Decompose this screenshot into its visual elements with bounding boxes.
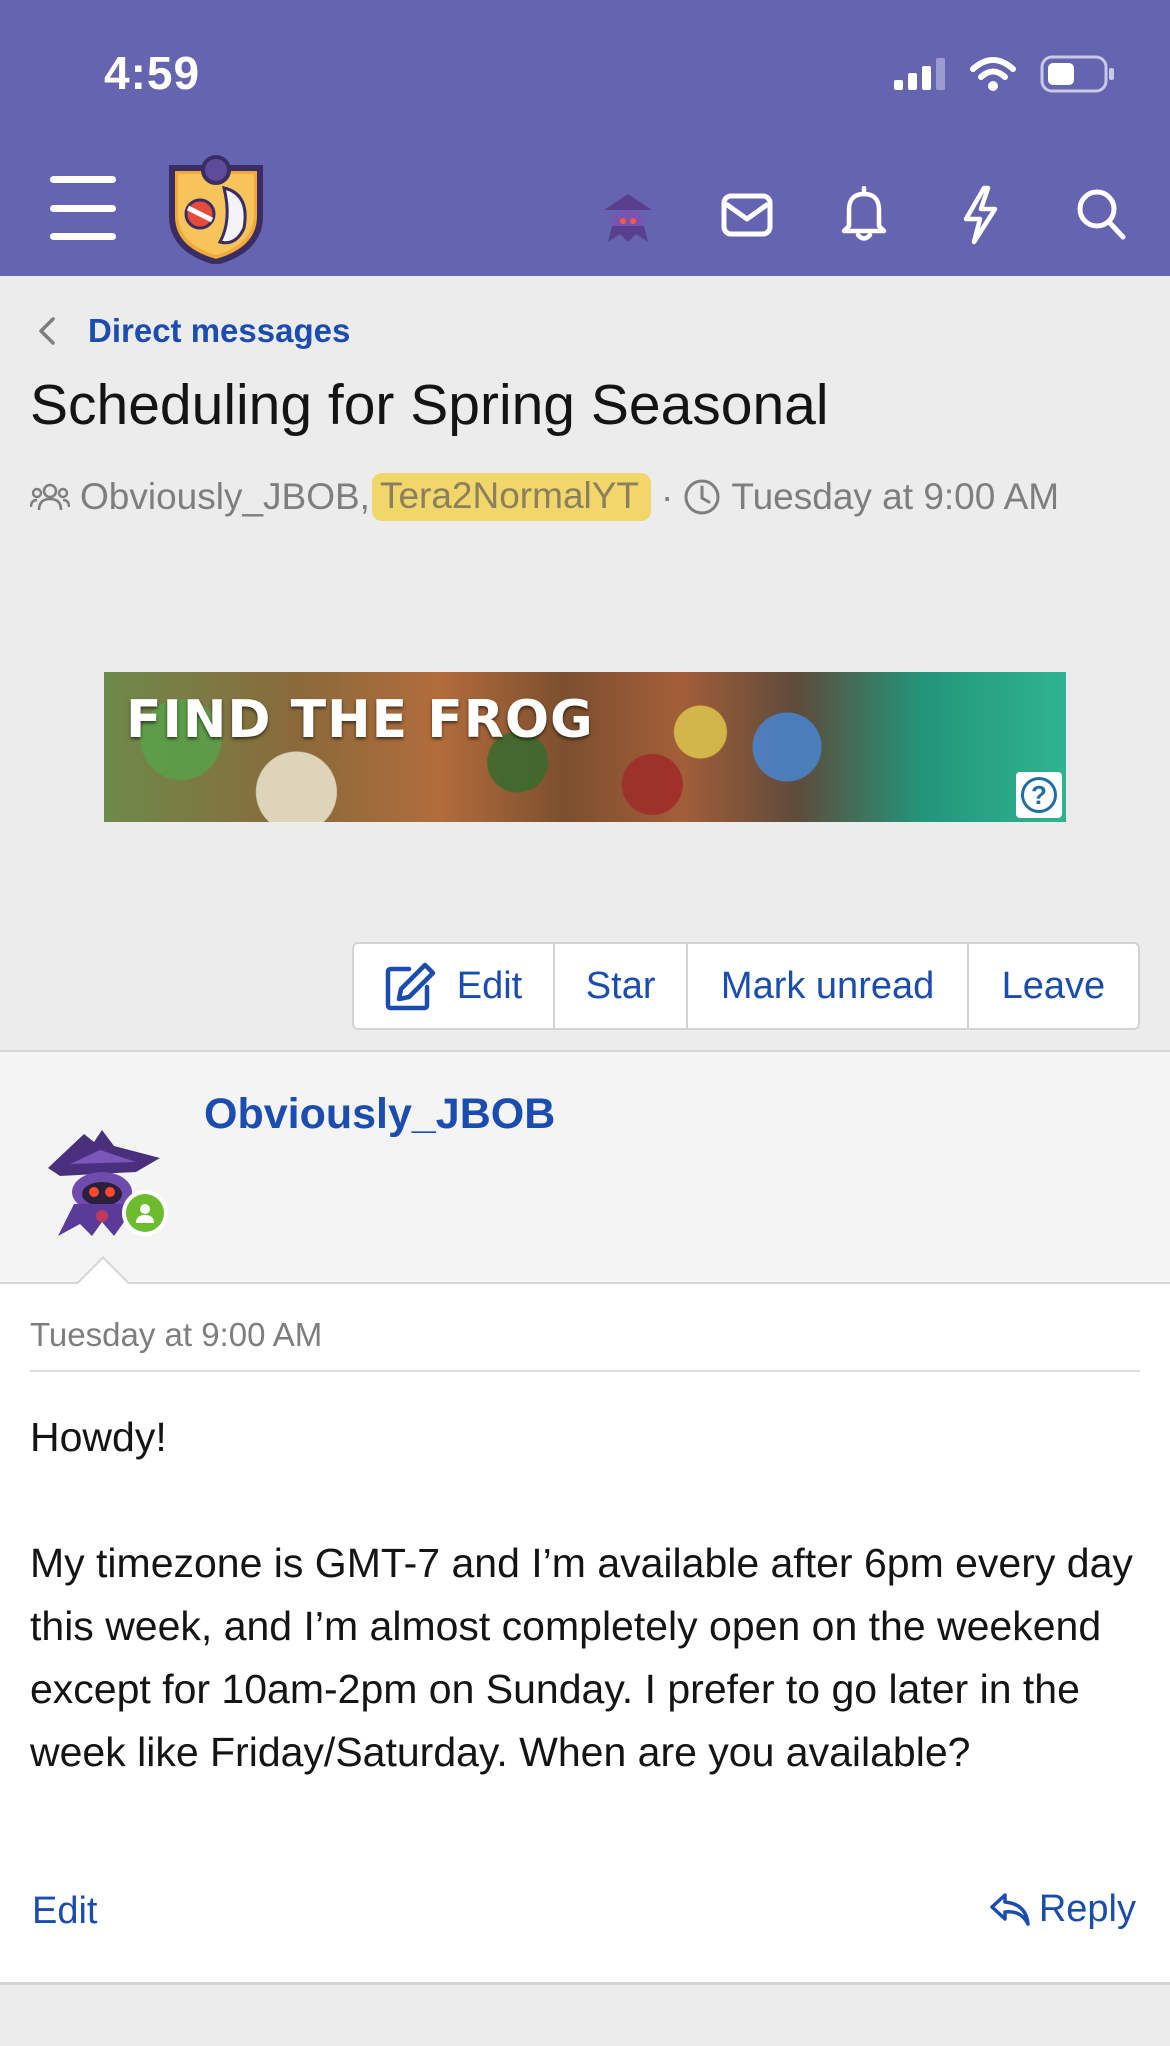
reply-button-label: Reply bbox=[1038, 1888, 1136, 1930]
ghost-avatar-icon bbox=[604, 194, 652, 242]
mail-icon bbox=[721, 193, 773, 237]
bell-icon bbox=[841, 186, 887, 241]
page-title: Scheduling for Spring Seasonal bbox=[30, 373, 829, 437]
menu-button[interactable] bbox=[48, 176, 118, 240]
site-logo[interactable] bbox=[166, 154, 266, 264]
message-text: Howdy! My timezone is GMT-7 and I’m avai… bbox=[30, 1414, 1133, 1775]
reply-button[interactable]: Reply bbox=[989, 1888, 1136, 1931]
conversation-time[interactable]: Tuesday at 9:00 AM bbox=[731, 476, 1059, 518]
wifi-icon bbox=[970, 57, 1016, 91]
conversation-actions: Edit Star Mark unread Leave bbox=[352, 942, 1140, 1030]
edit-icon bbox=[385, 962, 435, 1011]
conversation-page: 4:59 Direct messages Scheduling for Spri… bbox=[0, 0, 1170, 2046]
star-button[interactable]: Star bbox=[555, 944, 689, 1028]
breadcrumb[interactable]: Direct messages bbox=[36, 306, 350, 356]
breadcrumb-link[interactable]: Direct messages bbox=[88, 312, 350, 350]
signal-icon bbox=[894, 58, 945, 90]
message-header bbox=[0, 1052, 1170, 1282]
bolt-icon bbox=[963, 185, 998, 245]
inbox-button[interactable] bbox=[718, 186, 776, 244]
menu-icon-bar bbox=[50, 176, 116, 183]
divider bbox=[0, 1982, 1170, 1985]
whats-new-button[interactable] bbox=[954, 182, 1006, 248]
user-avatar[interactable] bbox=[596, 190, 660, 246]
leave-button-label: Leave bbox=[1001, 964, 1106, 1007]
edit-button[interactable]: Edit bbox=[354, 944, 555, 1028]
mark-unread-button[interactable]: Mark unread bbox=[688, 944, 969, 1028]
message-edit-link[interactable]: Edit bbox=[32, 1890, 97, 1933]
leave-button[interactable]: Leave bbox=[969, 944, 1138, 1028]
menu-icon-bar bbox=[50, 204, 116, 212]
shield-logo-icon bbox=[169, 155, 263, 264]
participant-link[interactable]: Tera2NormalYT bbox=[371, 473, 652, 521]
chevron-left-icon bbox=[39, 317, 55, 345]
participant-link[interactable]: Obviously_JBOB, bbox=[80, 476, 370, 518]
clock-icon bbox=[684, 479, 720, 515]
message-pointer-fill bbox=[78, 1259, 128, 1284]
conversation-meta: Obviously_JBOB, Tera2NormalYT · Tuesday … bbox=[30, 472, 1059, 522]
star-button-label: Star bbox=[585, 964, 656, 1007]
alerts-button[interactable] bbox=[836, 182, 892, 246]
meta-separator: · bbox=[661, 476, 674, 517]
status-icons bbox=[894, 52, 1116, 96]
message-author[interactable]: Obviously_JBOB bbox=[204, 1090, 555, 1139]
nav-bar bbox=[0, 140, 1170, 280]
battery-icon bbox=[1040, 55, 1114, 93]
status-time: 4:59 bbox=[104, 47, 201, 99]
participants-icon bbox=[30, 483, 70, 511]
message-time[interactable]: Tuesday at 9:00 AM bbox=[30, 1316, 322, 1354]
ad-help-button[interactable]: ? bbox=[1016, 772, 1062, 818]
online-status-badge bbox=[122, 1190, 168, 1236]
search-button[interactable] bbox=[1070, 182, 1132, 246]
menu-icon-bar bbox=[50, 233, 116, 240]
help-icon: ? bbox=[1021, 777, 1057, 813]
ad-headline: FIND THE FROG bbox=[126, 690, 594, 750]
online-user-icon bbox=[126, 1194, 164, 1232]
ad-banner[interactable]: FIND THE FROG ? bbox=[104, 672, 1066, 822]
reply-icon bbox=[990, 1892, 1030, 1926]
edit-button-label: Edit bbox=[456, 964, 523, 1007]
app-header: 4:59 bbox=[0, 0, 1170, 276]
search-icon bbox=[1077, 189, 1126, 240]
divider bbox=[30, 1370, 1140, 1372]
mark-unread-button-label: Mark unread bbox=[720, 964, 935, 1007]
